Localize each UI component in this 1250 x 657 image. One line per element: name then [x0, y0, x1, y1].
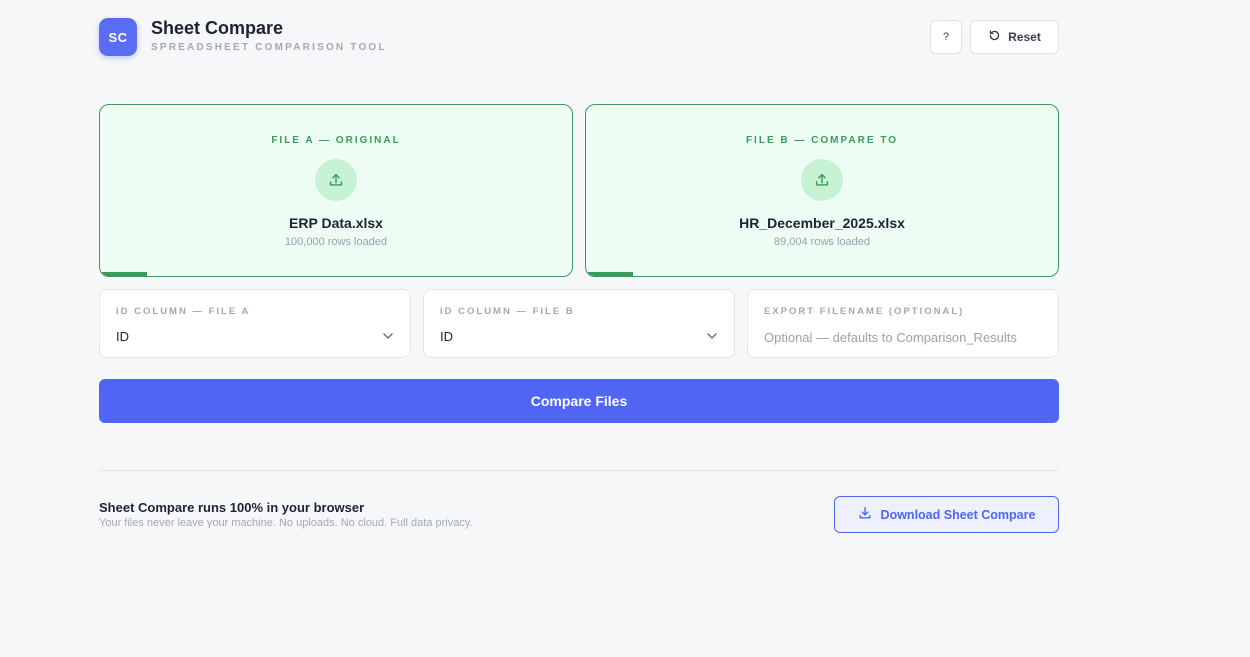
- reset-label: Reset: [1008, 30, 1041, 44]
- file-a-dropzone[interactable]: FILE A — ORIGINAL ERP Data.xlsx 100,000 …: [99, 104, 573, 277]
- privacy-subtitle: Your files never leave your machine. No …: [99, 517, 473, 529]
- help-button[interactable]: ?: [930, 20, 962, 54]
- reset-button[interactable]: Reset: [970, 20, 1059, 54]
- file-a-progress: [100, 272, 148, 276]
- id-column-a-value: ID: [116, 329, 129, 344]
- upload-icon: [801, 159, 843, 201]
- file-a-name: ERP Data.xlsx: [289, 215, 383, 231]
- compare-files-button[interactable]: Compare Files: [99, 379, 1059, 423]
- refresh-icon: [988, 29, 1001, 45]
- file-a-label: FILE A — ORIGINAL: [271, 135, 401, 146]
- id-column-a-label: ID COLUMN — FILE A: [116, 306, 251, 317]
- header: SC Sheet Compare SPREADSHEET COMPARISON …: [99, 0, 1059, 70]
- file-b-progress: [586, 272, 634, 276]
- export-filename-label: EXPORT FILENAME (OPTIONAL): [764, 306, 965, 317]
- download-icon: [858, 506, 872, 523]
- upload-icon: [315, 159, 357, 201]
- file-a-rows: 100,000 rows loaded: [284, 236, 388, 248]
- id-column-b-label: ID COLUMN — FILE B: [440, 306, 575, 317]
- file-b-dropzone[interactable]: FILE B — COMPARE TO HR_December_2025.xls…: [585, 104, 1059, 277]
- divider: [99, 470, 1059, 471]
- download-button[interactable]: Download Sheet Compare: [834, 496, 1059, 533]
- privacy-title: Sheet Compare runs 100% in your browser: [99, 500, 365, 515]
- id-column-a-select[interactable]: ID COLUMN — FILE A ID: [99, 289, 411, 358]
- app: SC Sheet Compare SPREADSHEET COMPARISON …: [99, 0, 1059, 533]
- app-title: Sheet Compare: [151, 18, 284, 38]
- chevron-down-icon: [707, 333, 717, 339]
- download-label: Download Sheet Compare: [880, 507, 1036, 522]
- id-column-b-value: ID: [440, 329, 453, 344]
- id-column-b-select[interactable]: ID COLUMN — FILE B ID: [423, 289, 735, 358]
- app-logo: SC: [99, 18, 137, 56]
- file-b-rows: 89,004 rows loaded: [773, 236, 870, 248]
- export-filename-input[interactable]: [764, 326, 1044, 348]
- app-subtitle: SPREADSHEET COMPARISON TOOL: [151, 42, 387, 53]
- chevron-down-icon: [383, 333, 393, 339]
- export-filename-box: EXPORT FILENAME (OPTIONAL): [747, 289, 1059, 358]
- file-b-label: FILE B — COMPARE TO: [745, 135, 899, 146]
- file-b-name: HR_December_2025.xlsx: [739, 215, 905, 231]
